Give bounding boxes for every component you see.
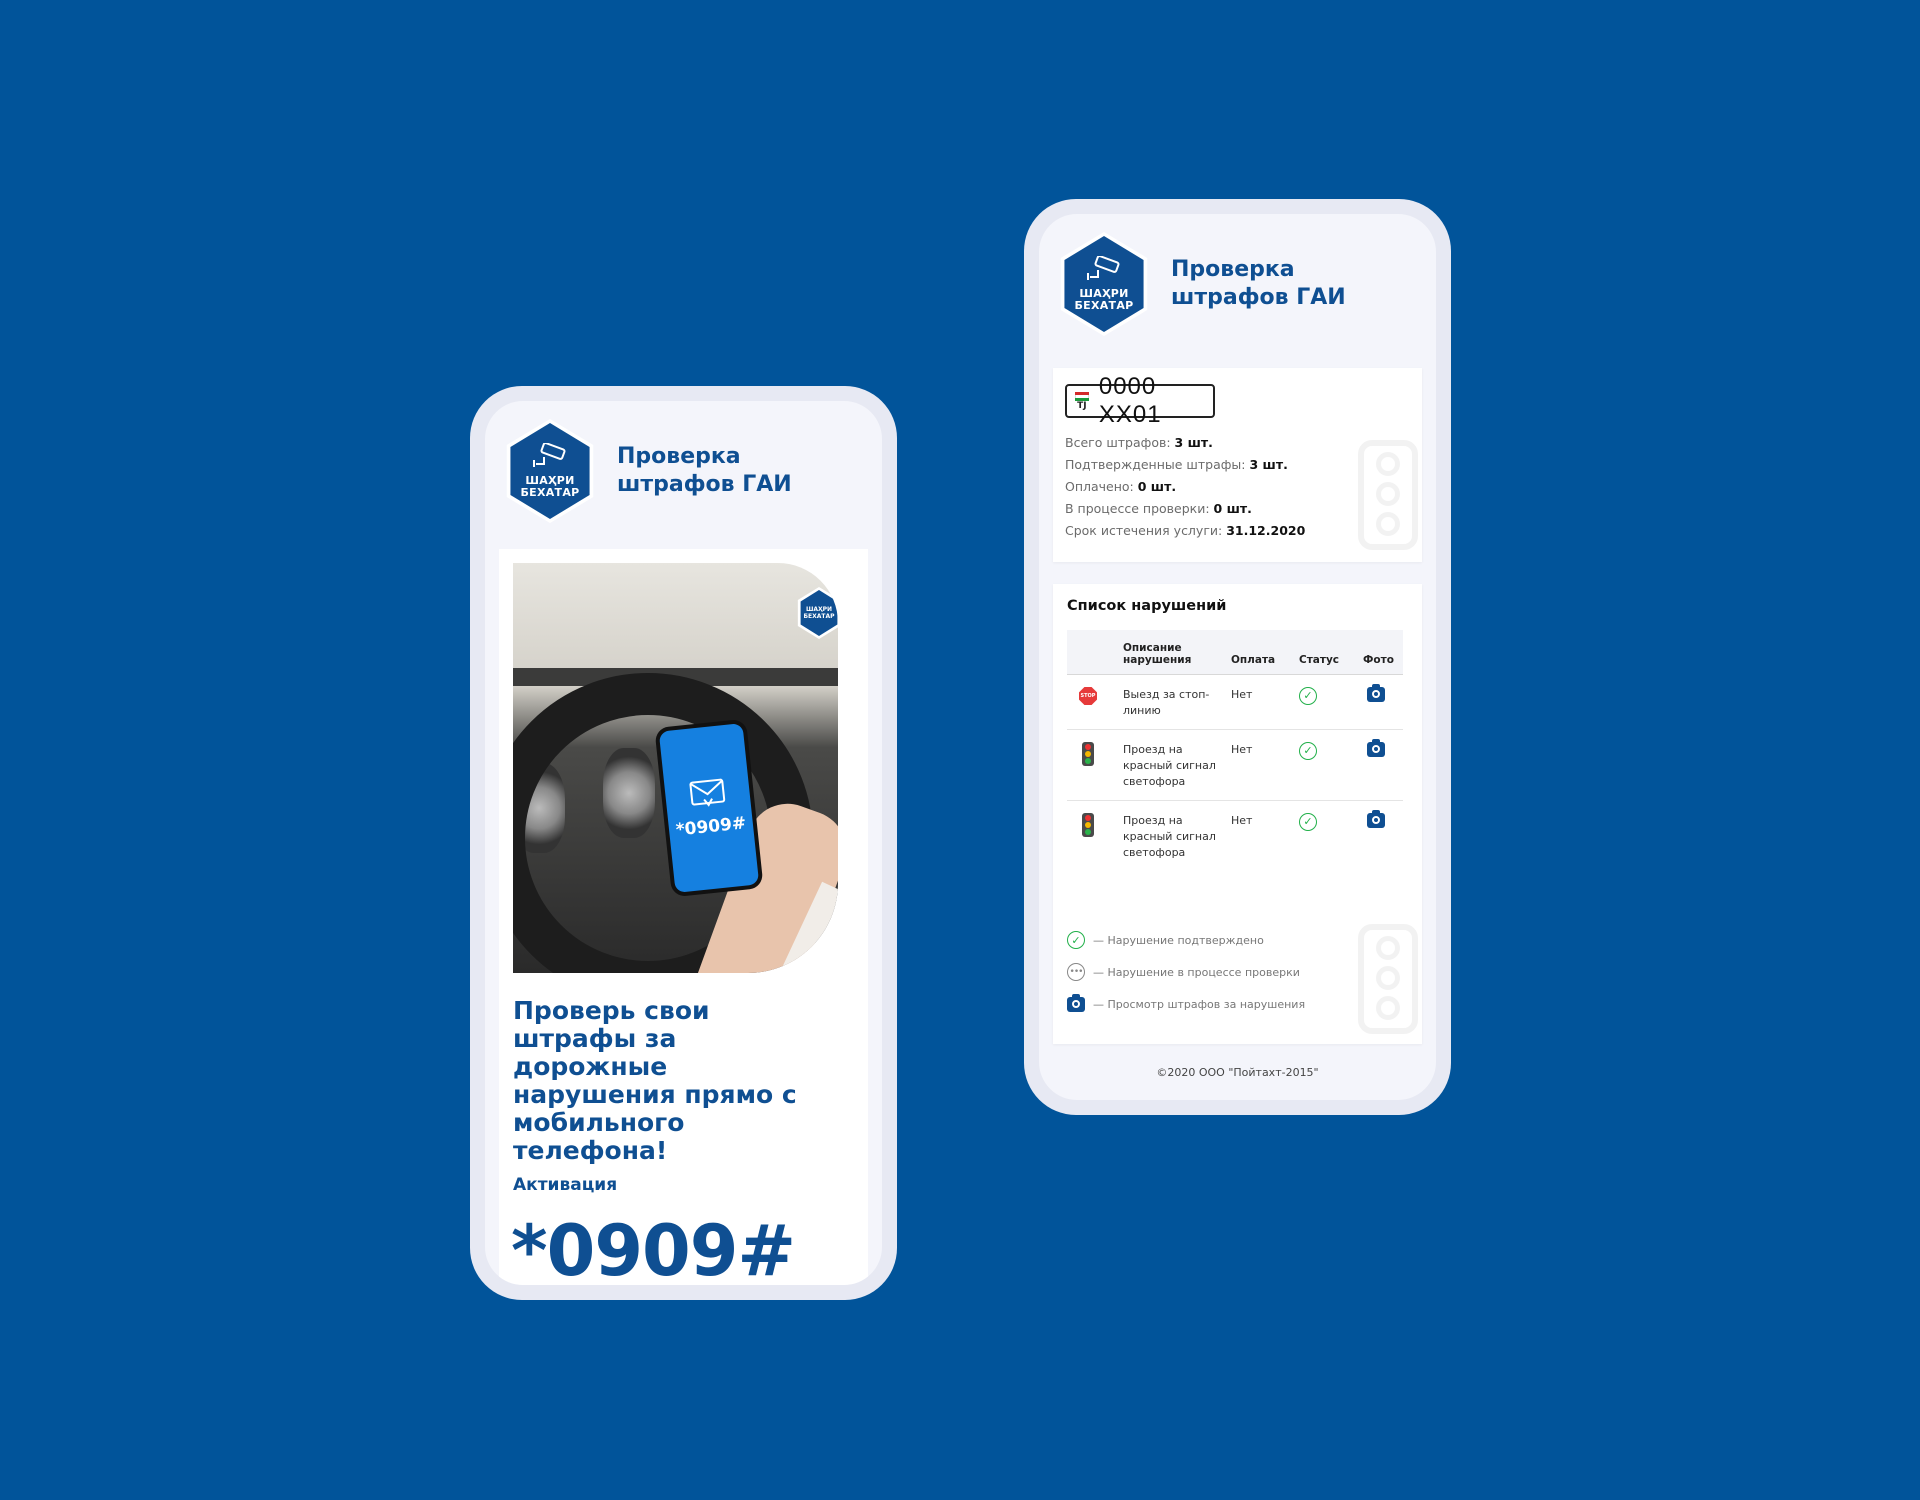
violation-payment: Нет	[1227, 729, 1295, 801]
app-title-line1: Проверка	[617, 444, 741, 469]
table-row[interactable]: STOP Выезд за стоп-линию Нет ✓	[1067, 674, 1403, 730]
tj-flag-icon: TJ	[1073, 391, 1091, 411]
activation-code: *0909#	[511, 1210, 796, 1285]
logo: ШАҲРИ БЕХАТАР	[503, 419, 597, 523]
traffic-light-icon	[1082, 813, 1094, 837]
legend-text: — Нарушение в процессе проверки	[1093, 965, 1300, 979]
activation-label: Активация	[513, 1175, 618, 1195]
check-circle-icon: ✓	[1067, 931, 1085, 949]
dots-circle-icon: •••	[1067, 963, 1085, 981]
stats-list: Всего штрафов: 3 шт. Подтвержденные штра…	[1065, 432, 1305, 542]
table-row[interactable]: Проезд на красный сигнал светофора Нет ✓	[1067, 801, 1403, 872]
phone-mockup-results: ШАҲРИ БЕХАТАР Проверка штрафов ГАИ TJ 00…	[1024, 199, 1451, 1115]
plate-country: TJ	[1077, 400, 1087, 411]
promo-card: *0909# ШАҲРИ БЕХАТАР Проверь свои штрафы …	[499, 549, 868, 1285]
camera-icon[interactable]	[1367, 739, 1385, 757]
violation-description: Проезд на красный сигнал светофора	[1123, 814, 1216, 859]
camera-icon	[1067, 993, 1085, 1012]
promo-headline: Проверь свои штрафы за дорожные нарушени…	[513, 996, 797, 1165]
traffic-light-watermark-icon	[1358, 440, 1418, 550]
column-photo: Фото	[1359, 630, 1403, 675]
stat-expiry: Срок истечения услуги: 31.12.2020	[1065, 523, 1306, 538]
table-header: Описание нарушения Оплата Статус Фото	[1067, 630, 1403, 675]
check-circle-icon: ✓	[1299, 813, 1317, 831]
app-header: ШАҲРИ БЕХАТАР Проверка штрафов ГАИ	[1057, 232, 1346, 336]
legend-item-confirmed: ✓ — Нарушение подтверждено	[1067, 924, 1305, 956]
logo-text-line2: БЕХАТАР	[1074, 299, 1134, 312]
violation-description: Выезд за стоп-линию	[1119, 674, 1227, 730]
legend: ✓ — Нарушение подтверждено ••• — Нарушен…	[1067, 924, 1305, 1020]
stat-in-review: В процессе проверки: 0 шт.	[1065, 501, 1252, 516]
check-circle-icon: ✓	[1299, 687, 1317, 705]
table-row[interactable]: Проезд на красный сигнал светофора Нет ✓	[1067, 729, 1403, 801]
logo: ШАҲРИ БЕХАТАР	[1057, 232, 1151, 336]
stat-confirmed: Подтвержденные штрафы: 3 шт.	[1065, 457, 1288, 472]
app-title: Проверка штрафов ГАИ	[617, 443, 792, 499]
phone-in-hand: *0909#	[654, 718, 764, 898]
legend-item-photo: — Просмотр штрафов за нарушения	[1067, 988, 1305, 1020]
violation-payment: Нет	[1231, 814, 1253, 827]
check-circle-icon: ✓	[1299, 742, 1317, 760]
app-title-line2: штрафов ГАИ	[617, 472, 792, 497]
column-status: Статус	[1295, 630, 1359, 675]
footer-copyright: ©2020 ООО "Пойтахт-2015"	[1156, 1066, 1319, 1079]
camera-icon	[532, 442, 566, 467]
traffic-light-icon	[1082, 742, 1094, 766]
violation-description: Проезд на красный сигнал светофора	[1119, 729, 1227, 801]
legend-text: — Нарушение подтверждено	[1093, 933, 1264, 947]
promo-photo: *0909# ШАҲРИ БЕХАТАР	[513, 563, 838, 973]
app-title-line2: штрафов ГАИ	[1171, 285, 1346, 310]
app-header: ШАҲРИ БЕХАТАР Проверка штрафов ГАИ	[503, 419, 792, 523]
envelope-icon	[689, 778, 726, 807]
column-description: Описание нарушения	[1119, 630, 1227, 675]
phone-screen: ШАҲРИ БЕХАТАР Проверка штрафов ГАИ TJ 00…	[1039, 214, 1436, 1100]
summary-card: TJ 0000 XX01 Всего штрафов: 3 шт. Подтве…	[1053, 368, 1422, 562]
stat-total: Всего штрафов: 3 шт.	[1065, 435, 1213, 450]
plate-number: 0000 XX01	[1098, 373, 1162, 428]
phone-screen: ШАҲРИ БЕХАТАР Проверка штрафов ГАИ *0909…	[485, 401, 882, 1285]
stat-paid: Оплачено: 0 шт.	[1065, 479, 1177, 494]
legend-item-in-review: ••• — Нарушение в процессе проверки	[1067, 956, 1305, 988]
camera-icon[interactable]	[1367, 684, 1385, 702]
violations-title: Список нарушений	[1067, 598, 1227, 614]
legend-text: — Просмотр штрафов за нарушения	[1093, 997, 1306, 1011]
logo-text-line2: БЕХАТАР	[520, 486, 580, 499]
phone-screen-code: *0909#	[674, 813, 748, 841]
stop-sign-icon: STOP	[1079, 687, 1097, 705]
app-title: Проверка штрафов ГАИ	[1171, 256, 1346, 312]
violation-payment: Нет	[1227, 674, 1295, 730]
photo-logo-badge: ШАҲРИ БЕХАТАР	[796, 587, 838, 639]
app-title-line1: Проверка	[1171, 257, 1295, 282]
traffic-light-watermark-icon	[1358, 924, 1418, 1034]
phone-mockup-promo: ШАҲРИ БЕХАТАР Проверка штрафов ГАИ *0909…	[470, 386, 897, 1300]
camera-icon	[1086, 255, 1120, 280]
license-plate: TJ 0000 XX01	[1065, 373, 1215, 428]
camera-icon[interactable]	[1367, 810, 1385, 828]
violations-table: Описание нарушения Оплата Статус Фото ST…	[1067, 630, 1403, 871]
violations-card: Список нарушений Описание нарушения Опла…	[1053, 584, 1422, 1044]
column-payment: Оплата	[1227, 630, 1295, 675]
